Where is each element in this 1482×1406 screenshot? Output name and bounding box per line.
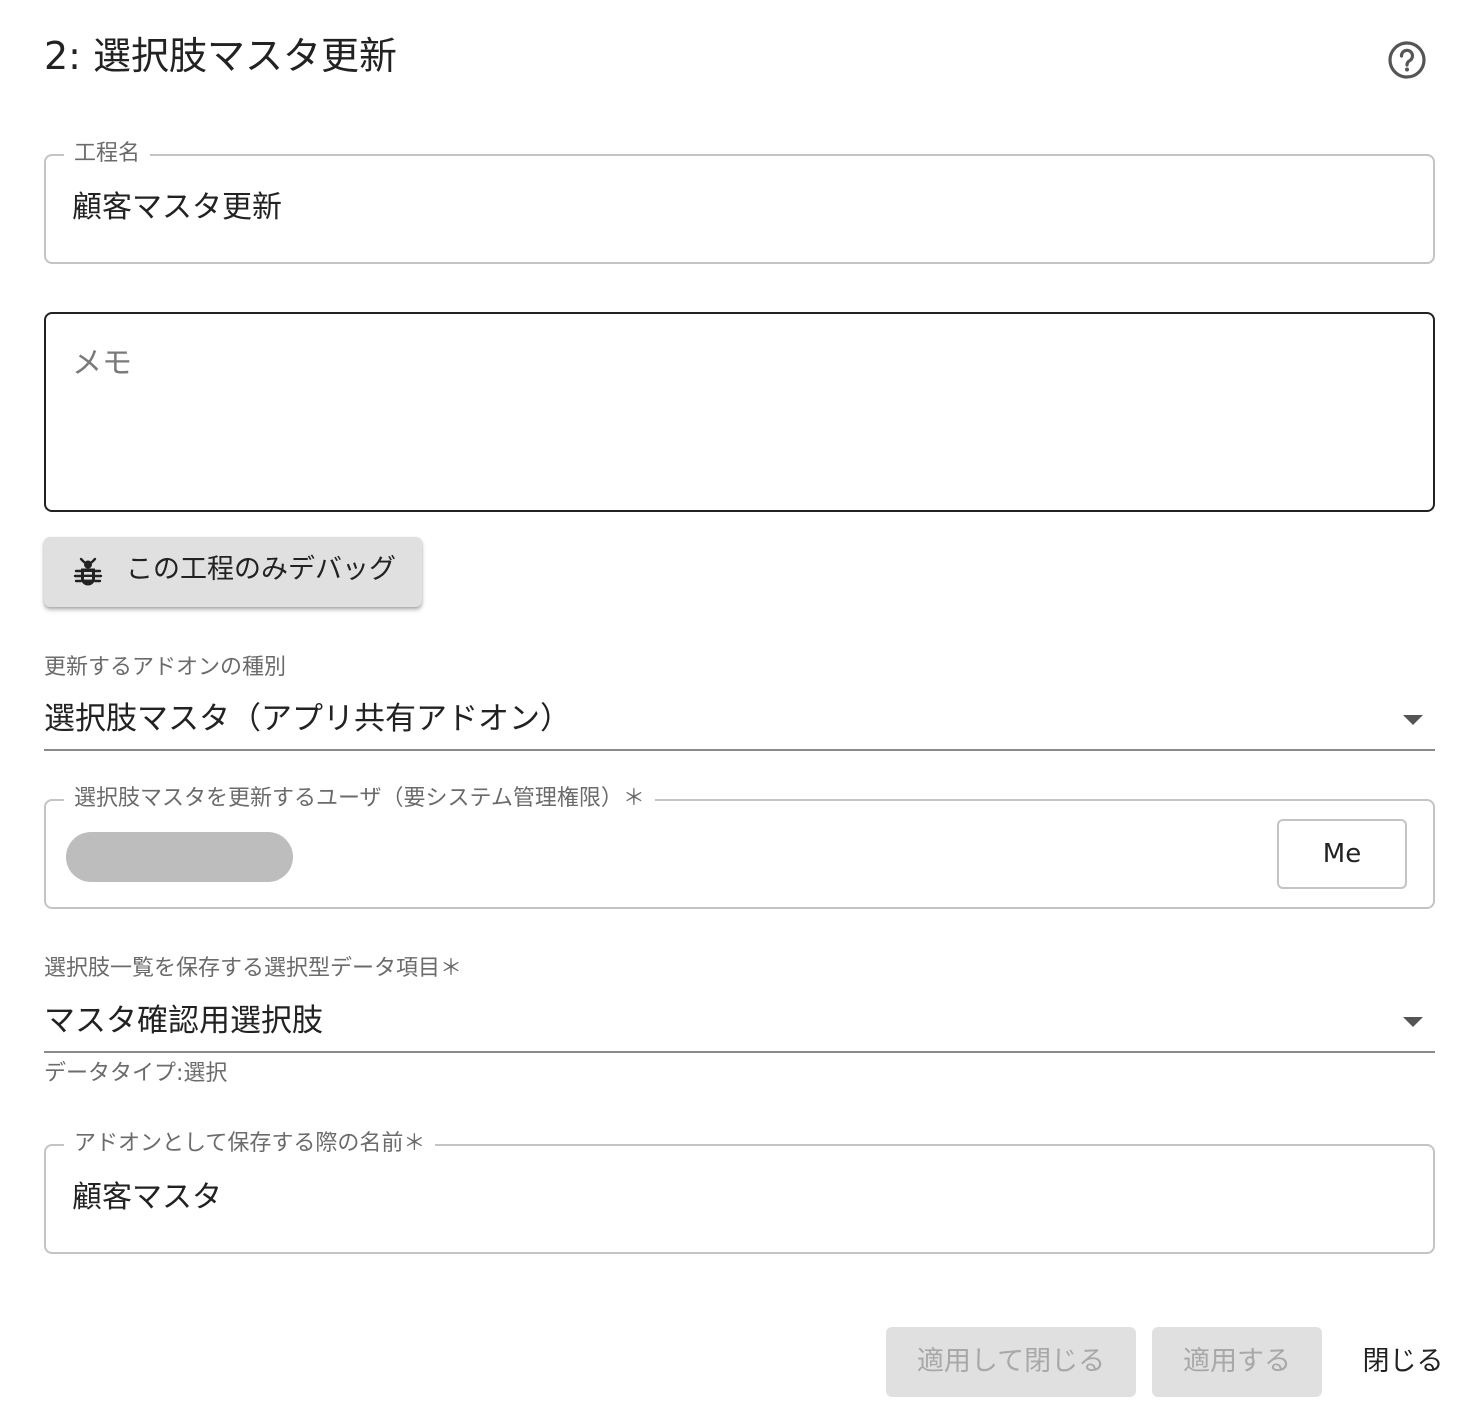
debug-step-label: この工程のみデバッグ: [126, 554, 396, 585]
dropdown-arrow-icon: [1403, 1017, 1423, 1027]
help-circle-icon[interactable]: [1386, 39, 1428, 81]
user-chip[interactable]: [66, 832, 293, 882]
step-name-label: 工程名: [64, 139, 151, 169]
choice-item-label: 選択肢一覧を保存する選択型データ項目＊: [44, 956, 463, 981]
close-button[interactable]: 閉じる: [1340, 1327, 1466, 1397]
choice-item-value: マスタ確認用選択肢: [44, 1003, 323, 1039]
memo-textarea[interactable]: [72, 342, 1407, 490]
apply-button[interactable]: 適用する: [1152, 1327, 1322, 1397]
addon-type-value: 選択肢マスタ（アプリ共有アドオン）: [44, 701, 571, 737]
data-type-helper: データタイプ:選択: [44, 1061, 228, 1086]
bug-icon: [73, 557, 103, 586]
addon-name-input[interactable]: [72, 1176, 1407, 1220]
me-button[interactable]: Me: [1277, 819, 1407, 889]
addon-name-label: アドオンとして保存する際の名前＊: [64, 1129, 436, 1159]
choice-item-select[interactable]: マスタ確認用選択肢: [44, 995, 1435, 1053]
update-user-field: 選択肢マスタを更新するユーザ（要システム管理権限）＊ Me: [44, 784, 1435, 909]
addon-name-field[interactable]: アドオンとして保存する際の名前＊: [44, 1129, 1435, 1254]
dropdown-arrow-icon: [1403, 715, 1423, 725]
addon-type-select[interactable]: 選択肢マスタ（アプリ共有アドオン）: [44, 693, 1435, 751]
update-user-label: 選択肢マスタを更新するユーザ（要システム管理権限）＊: [64, 784, 655, 814]
debug-step-button[interactable]: この工程のみデバッグ: [44, 537, 422, 607]
dialog-title: 2: 選択肢マスタ更新: [44, 34, 398, 78]
apply-and-close-button[interactable]: 適用して閉じる: [886, 1327, 1136, 1397]
step-name-field[interactable]: 工程名: [44, 139, 1435, 264]
memo-field[interactable]: [44, 312, 1435, 512]
addon-type-label: 更新するアドオンの種別: [44, 655, 287, 680]
step-name-input[interactable]: [72, 186, 1407, 230]
